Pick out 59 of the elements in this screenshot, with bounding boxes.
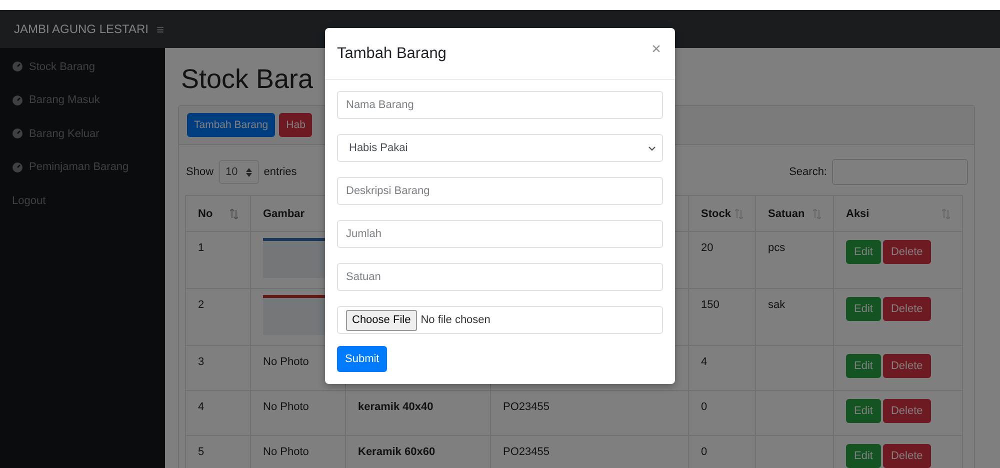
file-input-field[interactable]: Choose File No file chosen	[337, 306, 663, 334]
table-cell: 4	[186, 390, 250, 436]
column-header[interactable]: Aksi	[834, 196, 962, 232]
entries-label: entries	[264, 166, 297, 178]
delete-button[interactable]: Delete	[882, 354, 931, 378]
sort-icon	[230, 208, 238, 218]
input-field[interactable]: Satuan	[337, 263, 663, 291]
table-cell: keramik 40x40	[346, 390, 490, 436]
close-button[interactable]: ×	[650, 42, 663, 58]
table-cell: 5	[186, 436, 250, 468]
table-cell: 3	[186, 346, 250, 390]
input-field[interactable]: Jumlah	[337, 220, 663, 248]
menu-toggle[interactable]: ≡	[156, 22, 164, 36]
delete-button[interactable]: Delete	[882, 399, 931, 423]
sort-icon	[813, 208, 821, 218]
table-cell: 2	[186, 288, 250, 346]
table-cell: 150	[688, 288, 756, 346]
file-status-text: No file chosen	[420, 314, 490, 326]
table-cell: pcs	[756, 232, 834, 288]
edit-button[interactable]: Edit	[846, 444, 881, 468]
submit-button[interactable]: Submit	[337, 346, 388, 372]
edit-button[interactable]: Edit	[846, 297, 881, 321]
sort-icon	[942, 208, 950, 218]
table-cell: 20	[688, 232, 756, 288]
input-field[interactable]: Nama Barang	[337, 91, 663, 119]
column-header[interactable]: Satuan	[756, 196, 834, 232]
edit-button[interactable]: Edit	[846, 354, 881, 378]
edit-button[interactable]: Edit	[846, 399, 881, 423]
gauge-icon	[12, 162, 23, 173]
choose-file-button[interactable]: Choose File	[346, 310, 417, 330]
table-cell: sak	[756, 288, 834, 346]
column-header[interactable]: No	[186, 196, 250, 232]
table-cell: No Photo	[250, 390, 346, 436]
gauge-icon	[12, 94, 23, 106]
updown-icon	[246, 168, 252, 176]
edit-button[interactable]: Edit	[846, 240, 881, 264]
table-cell: 0	[688, 390, 756, 436]
modal-title: Tambah Barang	[337, 45, 446, 63]
table-cell: 4	[688, 346, 756, 390]
show-label: Show	[186, 166, 214, 178]
search-field[interactable]	[832, 159, 968, 185]
entries-select[interactable]: 10	[218, 160, 259, 184]
add-item-button[interactable]: Tambah Barang	[187, 113, 276, 137]
delete-button[interactable]: Delete	[882, 444, 931, 468]
table-cell: PO23455	[490, 390, 688, 436]
page-title: Stock Bara	[181, 64, 314, 95]
gauge-icon	[12, 128, 23, 140]
delete-button[interactable]: Delete	[882, 297, 931, 321]
sort-icon	[735, 208, 743, 218]
chevron-down-icon	[648, 146, 656, 150]
brand-title[interactable]: JAMBI AGUNG LESTARI	[14, 22, 148, 36]
table-cell: 1	[186, 232, 250, 288]
gauge-icon	[12, 61, 23, 72]
search-label: Search:	[789, 166, 827, 178]
select-field[interactable]: Habis Pakai	[337, 134, 663, 162]
delete-items-button[interactable]: Hab	[279, 113, 312, 137]
input-field[interactable]: Deskripsi Barang	[337, 177, 663, 205]
column-header[interactable]: Stock	[688, 196, 756, 232]
delete-button[interactable]: Delete	[882, 240, 931, 264]
